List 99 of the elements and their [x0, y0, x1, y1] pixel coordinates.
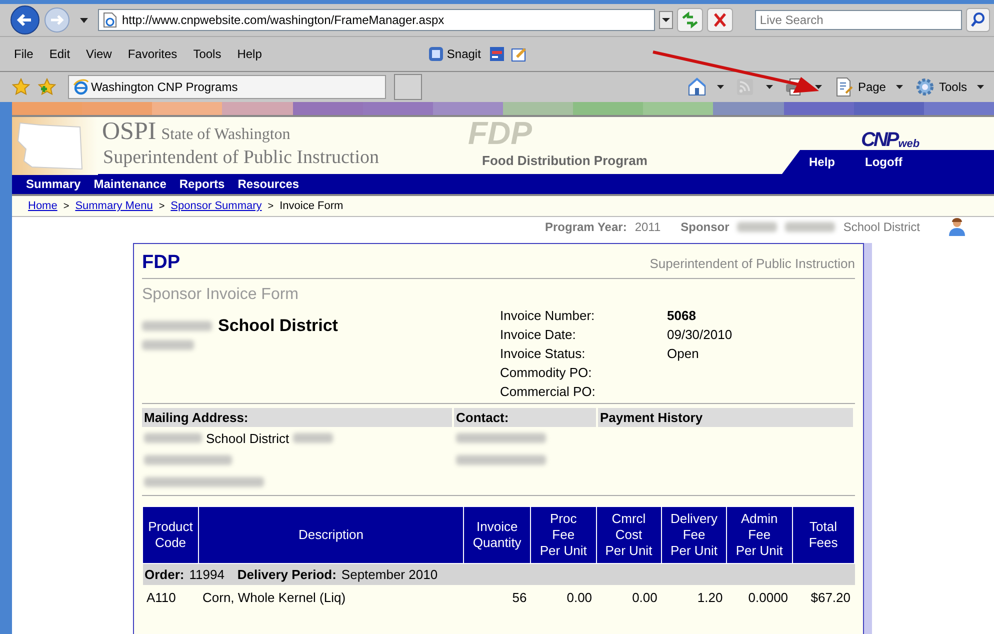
- org-name: OSPI: [102, 118, 156, 146]
- cnp-web-logo: CNPweb: [861, 128, 920, 150]
- table-cell: 0.0000: [748, 590, 788, 605]
- table-cell: $67.20: [810, 590, 850, 605]
- agency-name: Superintendent of Public Instruction: [103, 147, 380, 169]
- delivery-period-label: Delivery Period:: [237, 567, 336, 582]
- watermark-logo: FDP: [468, 117, 532, 149]
- address-text: School District: [206, 430, 290, 446]
- form-brand: FDP: [142, 252, 180, 274]
- table-cell: A110: [146, 590, 176, 605]
- search-field[interactable]: Live Search: [754, 10, 962, 30]
- back-button[interactable]: [10, 5, 40, 35]
- sponsor-name: School District: [843, 220, 920, 234]
- blurred-text: [142, 321, 212, 331]
- nav-link[interactable]: Reports: [179, 177, 225, 191]
- blurred-text: [144, 433, 202, 443]
- dropdown-caret-icon[interactable]: [80, 18, 88, 22]
- section-heading: Contact:: [454, 408, 596, 427]
- nav-link[interactable]: Summary: [26, 177, 81, 191]
- browser-tab[interactable]: Washington CNP Programs: [68, 75, 386, 99]
- caret-icon: [716, 85, 724, 89]
- blurred-text: [142, 340, 194, 350]
- program-name: Food Distribution Program: [482, 153, 648, 168]
- menu-item[interactable]: File: [6, 47, 42, 61]
- header-link[interactable]: Logoff: [865, 155, 902, 169]
- column-header: Product Code: [142, 506, 198, 564]
- menu-item[interactable]: Help: [229, 47, 270, 61]
- column-header: Cmrcl Cost Per Unit: [596, 506, 662, 564]
- breadcrumb-link[interactable]: Home: [28, 200, 58, 212]
- blurred-text: [293, 433, 334, 443]
- column-header: Total Fees: [792, 506, 854, 564]
- sponsor-label: Sponsor: [680, 220, 730, 234]
- field-value: 5068: [667, 308, 696, 323]
- home-icon: [686, 77, 707, 97]
- header-link[interactable]: Help: [809, 155, 836, 169]
- menu-item[interactable]: View: [78, 47, 120, 61]
- menu-item[interactable]: Tools: [185, 47, 230, 61]
- program-year-label: Program Year:: [545, 220, 627, 234]
- table-cell: 0.00: [632, 590, 658, 605]
- nav-link[interactable]: Maintenance: [94, 177, 166, 191]
- program-year-value: 2011: [634, 220, 661, 234]
- column-header: Proc Fee Per Unit: [530, 506, 596, 564]
- order-number: 11994: [189, 567, 224, 582]
- field-label: Invoice Date:: [500, 327, 577, 342]
- field-label: Commercial PO:: [500, 384, 596, 399]
- field-value: Open: [667, 346, 699, 361]
- breadcrumb-separator: >: [268, 200, 274, 212]
- caret-icon: [766, 85, 773, 89]
- dropdown-button[interactable]: [658, 11, 673, 29]
- breadcrumb-separator: >: [63, 200, 70, 212]
- menu-item[interactable]: Edit: [41, 47, 78, 61]
- page-menu-button[interactable]: Page: [834, 77, 909, 97]
- caret-icon: [896, 85, 903, 89]
- section-heading: Mailing Address:: [142, 408, 452, 427]
- capture-window-icon[interactable]: [488, 46, 505, 62]
- blurred-text: [737, 222, 778, 232]
- breadcrumb-link[interactable]: Summary Menu: [75, 200, 153, 212]
- nav-link[interactable]: Resources: [238, 177, 300, 191]
- caret-icon: [814, 85, 822, 89]
- column-header: Invoice Quantity: [464, 506, 531, 564]
- field-label: Commodity PO:: [500, 365, 593, 380]
- column-header: Delivery Fee Per Unit: [661, 506, 727, 564]
- column-header: Description: [198, 506, 464, 564]
- feed-icon: [736, 77, 756, 97]
- table-cell: 56: [512, 590, 527, 605]
- menu-item[interactable]: Favorites: [120, 47, 186, 61]
- breadcrumb-separator: >: [158, 200, 165, 212]
- ie-logo-icon: [73, 79, 89, 95]
- table-cell: 0.00: [566, 590, 592, 605]
- tools-menu-button[interactable]: Tools: [914, 77, 990, 97]
- snagit-icon: [428, 46, 444, 62]
- caret-icon: [977, 85, 984, 89]
- breadcrumb-current: Invoice Form: [280, 200, 344, 212]
- order-label: Order:: [144, 567, 184, 582]
- table-cell: 1.20: [697, 590, 723, 605]
- gear-icon: [914, 77, 935, 97]
- user-icon: [948, 218, 966, 236]
- ie-page-icon: [103, 12, 117, 28]
- stop-button[interactable]: [706, 8, 733, 32]
- field-label: Invoice Status:: [500, 346, 586, 361]
- table-cell: Corn, Whole Kernel (Liq): [202, 590, 346, 605]
- field-value: 09/30/2010: [667, 327, 732, 342]
- breadcrumb-link[interactable]: Sponsor Summary: [170, 200, 262, 212]
- edit-image-icon[interactable]: [510, 46, 527, 62]
- delivery-period: September 2010: [341, 567, 438, 582]
- district-name: School District: [218, 316, 338, 336]
- form-title: Sponsor Invoice Form: [142, 286, 300, 304]
- agency-name: Superintendent of Public Instruction: [650, 256, 855, 270]
- address-field[interactable]: http://www.cnpwebsite.com/washington/FrameManager.aspx: [98, 9, 655, 31]
- page-icon: [834, 77, 854, 97]
- column-header: Admin Fee Per Unit: [726, 506, 792, 564]
- snagit-button[interactable]: Snagit: [428, 46, 481, 62]
- field-label: Invoice Number:: [500, 308, 596, 323]
- section-heading: Payment History: [598, 408, 853, 427]
- blurred-text: [785, 222, 836, 232]
- forward-button[interactable]: [44, 7, 70, 33]
- favorites-star-icon[interactable]: [12, 78, 30, 96]
- search-button[interactable]: [966, 8, 990, 32]
- state-name: State of Washington: [161, 126, 290, 144]
